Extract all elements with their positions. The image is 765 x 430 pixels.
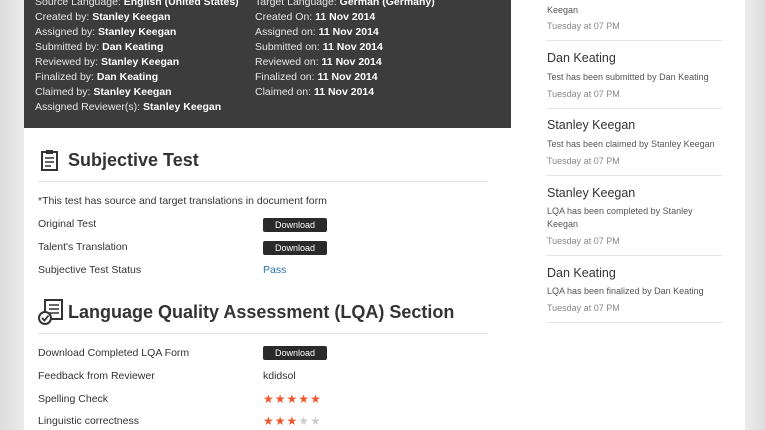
info-claimed-by: Claimed by: Stanley Keegan — [35, 86, 172, 98]
star-filled-icon: ★ — [310, 392, 322, 406]
star-empty-icon: ★ — [310, 414, 322, 428]
info-reviewed-on: Reviewed on: 11 Nov 2014 — [255, 56, 382, 68]
star-filled-icon: ★ — [263, 392, 275, 406]
star-filled-icon: ★ — [298, 392, 311, 406]
feed-divider — [547, 255, 722, 256]
feed-item-time: Tuesday at 07 PM — [547, 236, 620, 246]
lqa-heading: Language Quality Assessment (LQA) Sectio… — [38, 299, 454, 325]
feed-item-author: Stanley Keegan — [547, 186, 636, 200]
feed-item-text: LQA has been finalized by Dan Keating — [547, 286, 704, 296]
clipboard-icon — [38, 148, 64, 172]
info-submitted-on: Submitted on: 11 Nov 2014 — [255, 41, 383, 53]
subjective-status-label: Subjective Test Status — [38, 264, 142, 276]
subjective-status-link[interactable]: Pass — [263, 264, 286, 276]
info-claimed-on: Claimed on: 11 Nov 2014 — [255, 86, 375, 98]
certificate-check-icon — [38, 299, 66, 325]
linguistic-correctness-rating: ★★★★★ — [263, 415, 322, 427]
feed-item-text: LQA has been completed by Stanley Keegan — [547, 206, 693, 229]
info-assigned-on: Assigned on: 11 Nov 2014 — [255, 26, 379, 38]
feed-divider — [547, 40, 722, 41]
test-detail-card: Source Language: English (United States)… — [24, 0, 745, 430]
section-title: Subjective Test — [68, 149, 199, 170]
feed-item-time: Tuesday at 07 PM — [547, 156, 620, 166]
divider — [38, 181, 488, 182]
spelling-check-label: Spelling Check — [38, 393, 109, 405]
download-lqa-form-button[interactable]: Download — [263, 346, 327, 360]
download-translation-button[interactable]: Download — [263, 241, 327, 255]
info-source-language: Source Language: English (United States) — [35, 0, 239, 8]
spelling-check-rating: ★★★★★ — [263, 393, 322, 405]
feed-item-time: Tuesday at 07 PM — [547, 89, 620, 99]
info-created-by: Created by: Stanley Keegan — [35, 11, 171, 23]
divider — [38, 333, 488, 334]
feed-item-author: Dan Keating — [547, 266, 616, 280]
feed-item-time: Tuesday at 07 PM — [547, 21, 620, 31]
reviewer-feedback-label: Feedback from Reviewer — [38, 370, 155, 382]
star-filled-icon: ★ — [286, 392, 299, 406]
info-reviewed-by: Reviewed by: Stanley Keegan — [35, 56, 180, 68]
star-empty-icon: ★ — [298, 414, 311, 428]
info-target-language: Target Language: German (Germany) — [255, 0, 435, 8]
feed-item-time: Tuesday at 07 PM — [547, 303, 620, 313]
star-filled-icon: ★ — [274, 392, 287, 406]
section-title: Language Quality Assessment (LQA) Sectio… — [68, 301, 455, 322]
reviewer-feedback-value: kdidsol — [263, 370, 296, 382]
info-created-on: Created On: 11 Nov 2014 — [255, 11, 376, 23]
feed-item-text: Test has been claimed by Stanley Keegan — [547, 139, 715, 149]
download-lqa-form-label: Download Completed LQA Form — [38, 347, 190, 359]
info-finalized-by: Finalized by: Dan Keating — [35, 71, 159, 83]
feed-divider — [547, 322, 722, 323]
linguistic-correctness-label: Linguistic correctness — [38, 415, 139, 427]
subjective-note: *This test has source and target transla… — [38, 195, 327, 207]
page-gutter-right — [745, 0, 765, 430]
original-test-label: Original Test — [38, 218, 97, 230]
star-filled-icon: ★ — [274, 414, 287, 428]
star-filled-icon: ★ — [263, 414, 275, 428]
feed-divider — [547, 175, 722, 176]
feed-divider — [547, 108, 722, 109]
talent-translation-label: Talent's Translation — [38, 241, 128, 253]
info-submitted-by: Submitted by: Dan Keating — [35, 41, 164, 53]
test-info-panel: Source Language: English (United States)… — [24, 0, 511, 128]
info-assigned-reviewers: Assigned Reviewer(s): Stanley Keegan — [35, 101, 222, 113]
feed-item-text: Test has been submitted by Dan Keating — [547, 72, 709, 82]
download-original-test-button[interactable]: Download — [263, 218, 327, 232]
feed-item-author: Stanley Keegan — [547, 118, 636, 132]
feed-item-author: Dan Keating — [547, 51, 616, 65]
page-gutter-left — [0, 0, 24, 430]
info-finalized-on: Finalized on: 11 Nov 2014 — [255, 71, 378, 83]
feed-item-text: Keegan — [547, 5, 579, 15]
subjective-test-heading: Subjective Test — [38, 148, 199, 172]
info-assigned-by: Assigned by: Stanley Keegan — [35, 26, 177, 38]
star-filled-icon: ★ — [286, 414, 299, 428]
